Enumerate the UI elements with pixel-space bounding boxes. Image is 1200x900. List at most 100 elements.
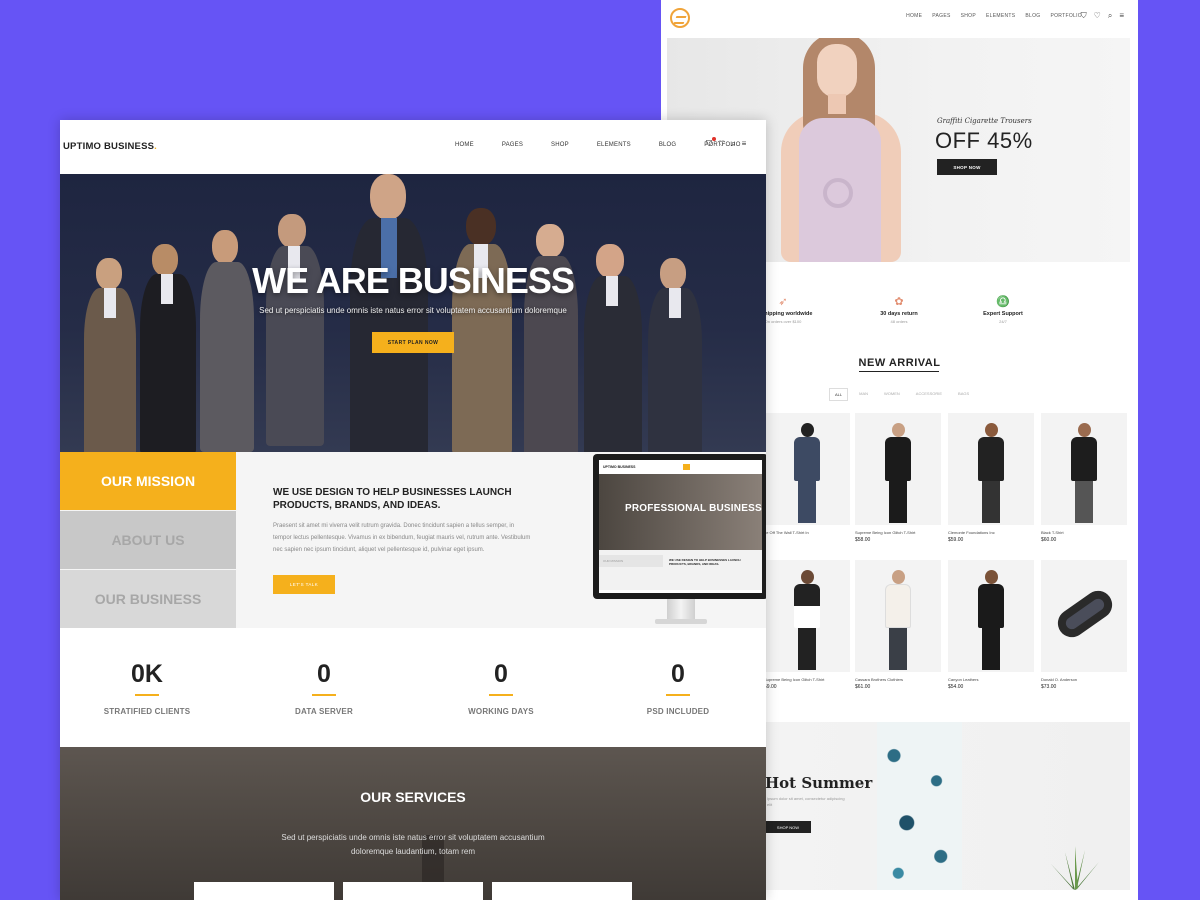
shop-menu-home[interactable]: HOME [906, 13, 922, 19]
feature-sub: 24/7 [999, 319, 1007, 324]
new-arrival-tabs: ALL MAN WOMEN ACCESSORIE BAGS [829, 388, 974, 401]
shop-nav-icons: ⛉ ♡ ⌕ ≡ [1081, 12, 1124, 20]
shop-now-button[interactable]: SHOP NOW [937, 159, 997, 175]
monitor-logo: UPTIMO BUSINESS [603, 465, 636, 469]
heart-icon[interactable]: ♡ [1094, 12, 1101, 20]
product-image[interactable] [764, 560, 850, 672]
biz-menu-blog[interactable]: BLOG [659, 142, 676, 148]
monitor-stand [667, 599, 695, 621]
heart-icon[interactable]: ♡ [718, 140, 725, 148]
feature-sub: 48 orders [890, 319, 908, 324]
product-card[interactable]: Donald O. Anderson $73.00 [1041, 560, 1127, 690]
menu-icon[interactable]: ≡ [742, 140, 747, 148]
tab-man[interactable]: MAN [854, 388, 873, 401]
product-card[interactable]: Canyon Leathers $54.00 [948, 560, 1034, 690]
service-card[interactable] [194, 882, 334, 900]
product-price: $58.00 [855, 537, 871, 543]
new-arrival-underline [859, 371, 939, 372]
product-name[interactable]: Black T-Shirt [1041, 530, 1127, 535]
floral-shirt-image [877, 722, 962, 890]
tab-our-business[interactable]: OUR BUSINESS [60, 570, 236, 628]
stat-value: 0 [317, 660, 331, 688]
tab-bags[interactable]: BAGS [953, 388, 974, 401]
cart-icon[interactable]: ⛉ [706, 137, 716, 148]
biz-hero-title: WE ARE BUSINESS [252, 260, 575, 301]
support-bell-icon: ♎ [996, 296, 1010, 308]
lets-talk-button[interactable]: LET'S TALK [273, 575, 335, 594]
search-icon[interactable]: ⌕ [1108, 12, 1112, 20]
stat-label: DATA SERVER [295, 707, 353, 716]
product-price: $61.00 [855, 684, 871, 690]
product-image[interactable] [855, 413, 941, 525]
product-card[interactable]: Supreme Being Icon Glitch T-Shirt 59.00 [764, 560, 850, 690]
tab-women[interactable]: WOMEN [879, 388, 905, 401]
shop-menu-elements[interactable]: ELEMENTS [986, 13, 1015, 19]
stat-psd: 0 PSD INCLUDED [588, 660, 766, 716]
tab-accessorie[interactable]: ACCESSORIE [911, 388, 947, 401]
refresh-icon: ✿ [894, 296, 904, 308]
monitor-base [655, 619, 707, 624]
stat-value: 0 [671, 660, 685, 688]
shop-navbar: HOME PAGES SHOP ELEMENTS BLOG PORTFOLIO … [661, 0, 1138, 37]
product-name[interactable]: Supreme Being Icon Glitch T-Shirt [855, 530, 941, 535]
product-price: $59.00 [948, 537, 964, 543]
mission-body: Praesent sit amet mi viverra velit rutru… [273, 523, 531, 553]
monitor-title: PROFESSIONAL BUSINESS [625, 503, 762, 514]
services-text: Sed ut perspiciatis unde omnis iste natu… [281, 833, 545, 856]
search-icon[interactable]: ⌕ [731, 140, 735, 148]
shop-menu-shop[interactable]: SHOP [961, 13, 976, 19]
product-image[interactable] [1041, 413, 1127, 525]
biz-navbar: UPTIMO BUSINESS. HOME PAGES SHOP ELEMENT… [60, 120, 766, 174]
product-card[interactable]: Supreme Being Icon Glitch T-Shirt $58.00 [855, 413, 941, 543]
product-price: $73.00 [1041, 684, 1057, 690]
start-plan-button[interactable]: START PLAN NOW [372, 332, 454, 353]
product-name[interactable]: Supreme Being Icon Glitch T-Shirt [764, 677, 850, 682]
product-name[interactable]: Clemonte Foundations Inc [948, 530, 1034, 535]
circle-swirl-logo-icon[interactable] [670, 8, 690, 28]
biz-nav-icons: ⛉ ♡ ⌕ ≡ [706, 137, 747, 148]
tab-about-us[interactable]: ABOUT US [60, 511, 236, 569]
biz-menu-home[interactable]: HOME [455, 142, 474, 148]
biz-logo-text[interactable]: UPTIMO BUSINESS [63, 141, 154, 152]
stat-working-days: 0 WORKING DAYS [411, 660, 591, 716]
stat-clients: 0K STRATIFIED CLIENTS [60, 660, 237, 716]
plant-image [1051, 846, 1099, 890]
shop-menu-portfolio[interactable]: PORTFOLIO [1050, 13, 1082, 19]
product-image[interactable] [948, 560, 1034, 672]
stat-label: PSD INCLUDED [646, 707, 710, 716]
services-section: OUR SERVICES Sed ut perspiciatis unde om… [60, 747, 766, 900]
product-image[interactable] [948, 413, 1034, 525]
product-image[interactable] [764, 413, 850, 525]
biz-menu-elements[interactable]: ELEMENTS [597, 142, 631, 148]
biz-logo-dot: . [154, 141, 157, 152]
shop-menu-pages[interactable]: PAGES [932, 13, 950, 19]
monitor-mockup: UPTIMO BUSINESS PROFESSIONAL BUSINESS OU… [593, 454, 766, 626]
shop-hero-subtitle: Graffiti Cigarette Trousers [937, 117, 1032, 125]
feature-support: ♎ Expert Support 24/7 [953, 296, 1053, 324]
product-name[interactable]: Canyon Leathers [948, 677, 1034, 682]
cart-badge [712, 137, 716, 141]
product-name[interactable]: Cassara Brothers Clothiers [855, 677, 941, 682]
tab-our-mission[interactable]: OUR MISSION [60, 452, 236, 510]
biz-logo[interactable]: UPTIMO BUSINESS. [63, 141, 157, 152]
service-card[interactable] [343, 882, 483, 900]
product-card[interactable]: ne Off The Wall T-Shirt In [764, 413, 850, 537]
service-card[interactable] [492, 882, 632, 900]
menu-icon[interactable]: ≡ [1119, 12, 1124, 20]
business-page-preview: UPTIMO BUSINESS. HOME PAGES SHOP ELEMENT… [60, 120, 766, 900]
shop-menu-blog[interactable]: BLOG [1025, 13, 1040, 19]
product-name[interactable]: ne Off The Wall T-Shirt In [764, 530, 850, 535]
product-price: $60.00 [1041, 537, 1057, 543]
product-card[interactable]: Black T-Shirt $60.00 [1041, 413, 1127, 543]
biz-menu-shop[interactable]: SHOP [551, 142, 569, 148]
product-image[interactable] [1041, 560, 1127, 672]
hot-summer-shop-button[interactable]: SHOP NOW [765, 821, 811, 833]
biz-menu-pages[interactable]: PAGES [502, 142, 523, 148]
product-card[interactable]: Cassara Brothers Clothiers $61.00 [855, 560, 941, 690]
product-image[interactable] [855, 560, 941, 672]
stats-section: 0K STRATIFIED CLIENTS 0 DATA SERVER 0 WO… [60, 628, 766, 747]
product-name[interactable]: Donald O. Anderson [1041, 677, 1127, 682]
product-card[interactable]: Clemonte Foundations Inc $59.00 [948, 413, 1034, 543]
tab-all[interactable]: ALL [829, 388, 849, 401]
cart-icon[interactable]: ⛉ [1081, 12, 1087, 20]
